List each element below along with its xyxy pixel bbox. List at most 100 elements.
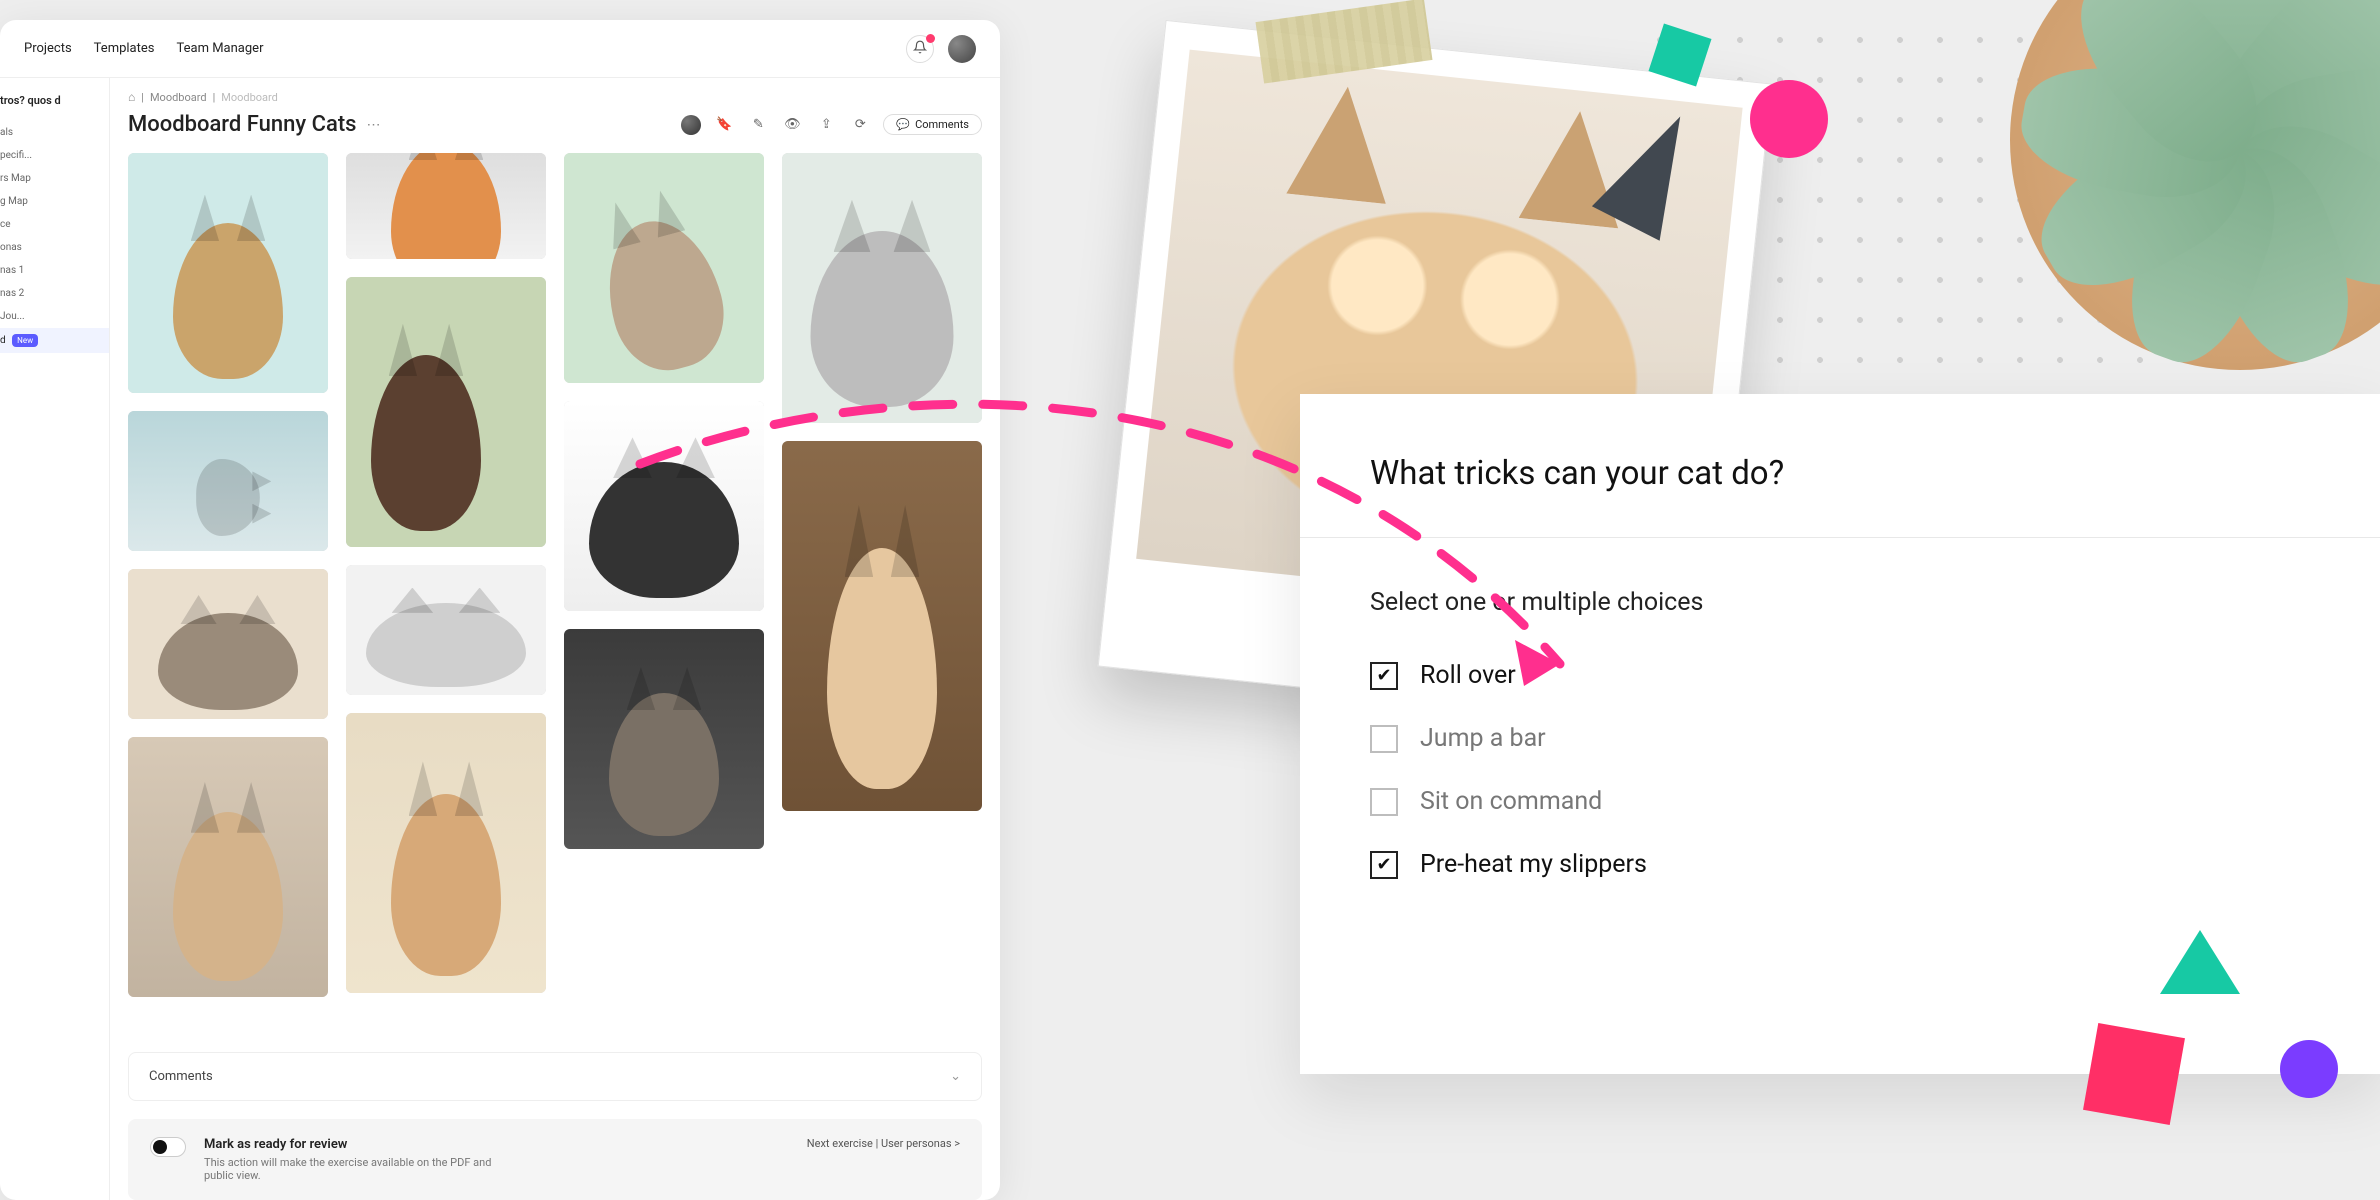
square-pink-icon [2083,1023,2185,1125]
share-button[interactable]: ⇪ [815,114,837,136]
option-roll-over[interactable]: ✔ Roll over [1370,661,2310,690]
bookmark-button[interactable]: 🔖 [713,114,735,136]
sidebar-item-9[interactable]: d New [0,328,109,353]
top-nav: Projects Templates Team Manager [0,20,1000,78]
breadcrumb-current: Moodboard [221,91,278,104]
view-button[interactable]: 👁 [781,114,803,136]
comment-icon: 💬 [896,118,910,131]
moodboard-card[interactable] [346,565,546,695]
moodboard-card[interactable] [564,401,764,611]
checkbox-icon [1370,788,1398,816]
nav-team-manager[interactable]: Team Manager [176,41,263,56]
option-label: Jump a bar [1420,724,1546,753]
option-label: Pre-heat my slippers [1420,850,1647,879]
new-badge: New [12,334,38,347]
checkbox-icon [1370,725,1398,753]
moodboard-card[interactable] [782,441,982,811]
sidebar-item-label: g Map [0,196,28,207]
chevron-down-icon: ⌄ [950,1069,961,1084]
sidebar-item-1[interactable]: pecifi... [0,144,109,167]
checkbox-icon: ✔ [1370,851,1398,879]
clock-icon: ⟳ [855,117,866,132]
sidebar-item-5[interactable]: onas [0,236,109,259]
sidebar: tros? quos d als pecifi... rs Map g Map … [0,78,110,1200]
sidebar-item-2[interactable]: rs Map [0,167,109,190]
review-desc: This action will make the exercise avail… [204,1156,504,1182]
breadcrumb-root[interactable]: Moodboard [150,91,207,104]
sidebar-item-label: onas [0,242,22,253]
breadcrumb: ⌂ | Moodboard | Moodboard [110,78,1000,108]
more-button[interactable]: ⋯ [366,117,380,133]
nav-projects[interactable]: Projects [24,41,72,56]
sidebar-item-label: nas 1 [0,265,24,276]
moodboard-card[interactable] [128,411,328,551]
bell-icon [913,39,927,58]
comments-button-label: Comments [915,118,969,131]
breadcrumb-sep: | [213,91,216,104]
next-exercise-link[interactable]: Next exercise | User personas > [807,1137,960,1150]
title-row: Moodboard Funny Cats ⋯ 🔖 ✎ 👁 ⇪ ⟳ 💬 Comme… [110,108,1000,153]
moodboard-card[interactable] [128,153,328,393]
option-label: Sit on command [1420,787,1602,816]
edit-icon: ✎ [753,117,764,132]
option-preheat-slippers[interactable]: ✔ Pre-heat my slippers [1370,850,2310,879]
sidebar-item-0[interactable]: als [0,121,109,144]
survey-question: What tricks can your cat do? [1370,454,2310,493]
sidebar-item-label: ce [0,219,11,230]
succulent-plant [2010,0,2380,370]
moodboard-card[interactable] [346,713,546,993]
checkbox-icon: ✔ [1370,662,1398,690]
sidebar-item-label: d [0,335,6,346]
moodboard-card[interactable] [564,629,764,849]
comments-panel[interactable]: Comments ⌄ [128,1052,982,1101]
notifications-button[interactable] [906,35,934,63]
ready-toggle[interactable] [150,1137,186,1157]
bookmark-icon: 🔖 [716,117,732,132]
sidebar-item-label: nas 2 [0,288,24,299]
nav-templates[interactable]: Templates [94,41,155,56]
triangle-teal-icon [2160,930,2240,994]
circle-purple-icon [2280,1040,2338,1098]
page-title: Moodboard Funny Cats [128,112,356,137]
moodboard-card[interactable] [128,737,328,997]
moodboard-card[interactable] [564,153,764,383]
breadcrumb-sep: | [141,91,144,104]
app-body: tros? quos d als pecifi... rs Map g Map … [0,78,1000,1200]
survey-body: Select one or multiple choices ✔ Roll ov… [1300,538,2380,929]
nav-right [906,35,976,63]
edit-button[interactable]: ✎ [747,114,769,136]
moodboard-card[interactable] [782,153,982,423]
option-sit-on-command[interactable]: Sit on command [1370,787,2310,816]
notification-dot-icon [926,34,935,43]
sidebar-item-label: pecifi... [0,150,32,161]
comments-button[interactable]: 💬 Comments [883,114,982,135]
review-text: Mark as ready for review This action wil… [204,1137,504,1182]
history-button[interactable]: ⟳ [849,114,871,136]
option-jump-a-bar[interactable]: Jump a bar [1370,724,2310,753]
sidebar-item-label: als [0,127,13,138]
sidebar-item-label: Jou... [0,311,25,322]
moodboard-card[interactable] [128,569,328,719]
sidebar-item-3[interactable]: g Map [0,190,109,213]
user-avatar[interactable] [948,35,976,63]
survey-subtitle: Select one or multiple choices [1370,588,2310,617]
collaborator-avatar[interactable] [681,115,701,135]
eye-icon: 👁 [784,117,801,132]
moodboard-grid [110,153,1000,1034]
moodboard-card[interactable] [346,277,546,547]
review-title: Mark as ready for review [204,1137,504,1152]
sidebar-item-7[interactable]: nas 2 [0,282,109,305]
nav-left: Projects Templates Team Manager [24,41,263,56]
moodboard-card[interactable] [346,153,546,259]
app-window: Projects Templates Team Manager tros? qu… [0,20,1000,1200]
survey-header: What tricks can your cat do? [1300,394,2380,538]
survey-options: ✔ Roll over Jump a bar Sit on command ✔ … [1370,661,2310,879]
review-panel: Mark as ready for review This action wil… [128,1119,982,1200]
sidebar-item-8[interactable]: Jou... [0,305,109,328]
sidebar-item-4[interactable]: ce [0,213,109,236]
option-label: Roll over [1420,661,1516,690]
home-icon[interactable]: ⌂ [128,90,135,104]
comments-panel-title: Comments [149,1069,213,1084]
sidebar-item-label: rs Map [0,173,31,184]
sidebar-item-6[interactable]: nas 1 [0,259,109,282]
